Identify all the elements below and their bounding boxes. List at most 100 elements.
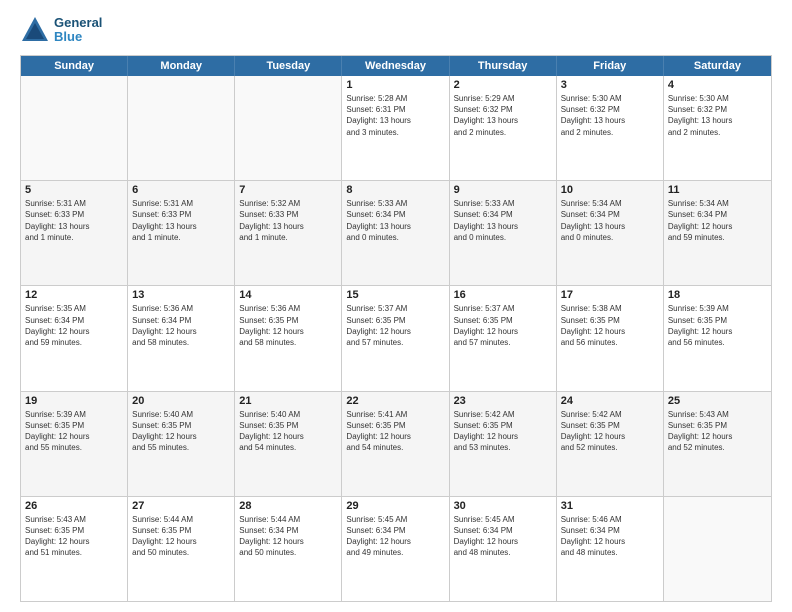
- day-number: 31: [561, 500, 659, 512]
- day-number: 2: [454, 79, 552, 91]
- day-cell-3: 3 Sunrise: 5:30 AM Sunset: 6:32 PM Daylig…: [557, 76, 664, 180]
- day-number: 11: [668, 184, 767, 196]
- day-info: Sunrise: 5:42 AM Sunset: 6:35 PM Dayligh…: [454, 409, 552, 454]
- logo: General Blue: [20, 15, 102, 45]
- day-cell-11: 11 Sunrise: 5:34 AM Sunset: 6:34 PM Dayli…: [664, 181, 771, 285]
- day-cell-8: 8 Sunrise: 5:33 AM Sunset: 6:34 PM Daylig…: [342, 181, 449, 285]
- day-cell-20: 20Sunrise: 5:40 AM Sunset: 6:35 PM Dayli…: [128, 392, 235, 496]
- day-number: 7: [239, 184, 337, 196]
- day-cell-empty: [235, 76, 342, 180]
- day-cell-28: 28 Sunrise: 5:44 AM Sunset: 6:34 PM Dayli…: [235, 497, 342, 601]
- calendar-week-1: 1 Sunrise: 5:28 AM Sunset: 6:31 PM Daylig…: [21, 76, 771, 180]
- day-cell-23: 23Sunrise: 5:42 AM Sunset: 6:35 PM Dayli…: [450, 392, 557, 496]
- day-number: 8: [346, 184, 444, 196]
- day-cell-1: 1 Sunrise: 5:28 AM Sunset: 6:31 PM Daylig…: [342, 76, 449, 180]
- day-info: Sunrise: 5:36 AM Sunset: 6:35 PM Dayligh…: [239, 303, 337, 348]
- day-header-thursday: Thursday: [450, 56, 557, 76]
- day-cell-30: 30 Sunrise: 5:45 AM Sunset: 6:34 PM Dayli…: [450, 497, 557, 601]
- day-cell-9: 9Sunrise: 5:33 AM Sunset: 6:34 PM Daylig…: [450, 181, 557, 285]
- day-number: 22: [346, 395, 444, 407]
- day-cell-15: 15Sunrise: 5:37 AM Sunset: 6:35 PM Dayli…: [342, 286, 449, 390]
- day-number: 12: [25, 289, 123, 301]
- day-header-monday: Monday: [128, 56, 235, 76]
- day-cell-13: 13Sunrise: 5:36 AM Sunset: 6:34 PM Dayli…: [128, 286, 235, 390]
- day-info: Sunrise: 5:35 AM Sunset: 6:34 PM Dayligh…: [25, 303, 123, 348]
- day-cell-12: 12 Sunrise: 5:35 AM Sunset: 6:34 PM Dayli…: [21, 286, 128, 390]
- day-cell-2: 2 Sunrise: 5:29 AM Sunset: 6:32 PM Daylig…: [450, 76, 557, 180]
- day-info: Sunrise: 5:46 AM Sunset: 6:34 PM Dayligh…: [561, 514, 659, 559]
- day-number: 17: [561, 289, 659, 301]
- day-header-friday: Friday: [557, 56, 664, 76]
- day-number: 19: [25, 395, 123, 407]
- day-cell-10: 10Sunrise: 5:34 AM Sunset: 6:34 PM Dayli…: [557, 181, 664, 285]
- day-cell-16: 16Sunrise: 5:37 AM Sunset: 6:35 PM Dayli…: [450, 286, 557, 390]
- calendar-body: 1 Sunrise: 5:28 AM Sunset: 6:31 PM Daylig…: [21, 76, 771, 601]
- calendar-week-5: 26 Sunrise: 5:43 AM Sunset: 6:35 PM Dayli…: [21, 496, 771, 601]
- day-number: 27: [132, 500, 230, 512]
- day-info: Sunrise: 5:30 AM Sunset: 6:32 PM Dayligh…: [561, 93, 659, 138]
- day-cell-19: 19 Sunrise: 5:39 AM Sunset: 6:35 PM Dayli…: [21, 392, 128, 496]
- day-info: Sunrise: 5:33 AM Sunset: 6:34 PM Dayligh…: [346, 198, 444, 243]
- day-info: Sunrise: 5:30 AM Sunset: 6:32 PM Dayligh…: [668, 93, 767, 138]
- day-info: Sunrise: 5:32 AM Sunset: 6:33 PM Dayligh…: [239, 198, 337, 243]
- day-info: Sunrise: 5:28 AM Sunset: 6:31 PM Dayligh…: [346, 93, 444, 138]
- day-info: Sunrise: 5:39 AM Sunset: 6:35 PM Dayligh…: [25, 409, 123, 454]
- day-cell-empty: [128, 76, 235, 180]
- day-cell-17: 17 Sunrise: 5:38 AM Sunset: 6:35 PM Dayli…: [557, 286, 664, 390]
- day-info: Sunrise: 5:45 AM Sunset: 6:34 PM Dayligh…: [346, 514, 444, 559]
- day-number: 26: [25, 500, 123, 512]
- day-info: Sunrise: 5:36 AM Sunset: 6:34 PM Dayligh…: [132, 303, 230, 348]
- calendar-week-2: 5 Sunrise: 5:31 AM Sunset: 6:33 PM Daylig…: [21, 180, 771, 285]
- day-number: 25: [668, 395, 767, 407]
- logo-text: General Blue: [54, 16, 102, 45]
- day-info: Sunrise: 5:37 AM Sunset: 6:35 PM Dayligh…: [346, 303, 444, 348]
- day-info: Sunrise: 5:45 AM Sunset: 6:34 PM Dayligh…: [454, 514, 552, 559]
- day-cell-21: 21 Sunrise: 5:40 AM Sunset: 6:35 PM Dayli…: [235, 392, 342, 496]
- day-header-tuesday: Tuesday: [235, 56, 342, 76]
- page: General Blue SundayMondayTuesdayWednesda…: [0, 0, 792, 612]
- day-cell-empty: [21, 76, 128, 180]
- day-cell-24: 24Sunrise: 5:42 AM Sunset: 6:35 PM Dayli…: [557, 392, 664, 496]
- day-info: Sunrise: 5:37 AM Sunset: 6:35 PM Dayligh…: [454, 303, 552, 348]
- day-cell-4: 4 Sunrise: 5:30 AM Sunset: 6:32 PM Daylig…: [664, 76, 771, 180]
- day-number: 21: [239, 395, 337, 407]
- calendar-week-3: 12 Sunrise: 5:35 AM Sunset: 6:34 PM Dayli…: [21, 285, 771, 390]
- day-info: Sunrise: 5:44 AM Sunset: 6:35 PM Dayligh…: [132, 514, 230, 559]
- day-number: 30: [454, 500, 552, 512]
- day-cell-14: 14 Sunrise: 5:36 AM Sunset: 6:35 PM Dayli…: [235, 286, 342, 390]
- day-info: Sunrise: 5:31 AM Sunset: 6:33 PM Dayligh…: [25, 198, 123, 243]
- day-number: 29: [346, 500, 444, 512]
- day-cell-29: 29 Sunrise: 5:45 AM Sunset: 6:34 PM Dayli…: [342, 497, 449, 601]
- day-cell-26: 26 Sunrise: 5:43 AM Sunset: 6:35 PM Dayli…: [21, 497, 128, 601]
- day-info: Sunrise: 5:40 AM Sunset: 6:35 PM Dayligh…: [239, 409, 337, 454]
- day-cell-31: 31 Sunrise: 5:46 AM Sunset: 6:34 PM Dayli…: [557, 497, 664, 601]
- day-number: 5: [25, 184, 123, 196]
- day-number: 24: [561, 395, 659, 407]
- header: General Blue: [20, 15, 772, 45]
- day-number: 1: [346, 79, 444, 91]
- day-cell-18: 18Sunrise: 5:39 AM Sunset: 6:35 PM Dayli…: [664, 286, 771, 390]
- day-number: 28: [239, 500, 337, 512]
- day-cell-6: 6Sunrise: 5:31 AM Sunset: 6:33 PM Daylig…: [128, 181, 235, 285]
- day-info: Sunrise: 5:29 AM Sunset: 6:32 PM Dayligh…: [454, 93, 552, 138]
- day-cell-5: 5 Sunrise: 5:31 AM Sunset: 6:33 PM Daylig…: [21, 181, 128, 285]
- day-info: Sunrise: 5:38 AM Sunset: 6:35 PM Dayligh…: [561, 303, 659, 348]
- day-info: Sunrise: 5:33 AM Sunset: 6:34 PM Dayligh…: [454, 198, 552, 243]
- day-info: Sunrise: 5:43 AM Sunset: 6:35 PM Dayligh…: [668, 409, 767, 454]
- day-number: 6: [132, 184, 230, 196]
- day-info: Sunrise: 5:40 AM Sunset: 6:35 PM Dayligh…: [132, 409, 230, 454]
- day-header-saturday: Saturday: [664, 56, 771, 76]
- day-header-wednesday: Wednesday: [342, 56, 449, 76]
- day-number: 14: [239, 289, 337, 301]
- day-number: 3: [561, 79, 659, 91]
- day-info: Sunrise: 5:43 AM Sunset: 6:35 PM Dayligh…: [25, 514, 123, 559]
- calendar-week-4: 19 Sunrise: 5:39 AM Sunset: 6:35 PM Dayli…: [21, 391, 771, 496]
- day-number: 4: [668, 79, 767, 91]
- day-cell-empty: [664, 497, 771, 601]
- day-header-sunday: Sunday: [21, 56, 128, 76]
- day-info: Sunrise: 5:39 AM Sunset: 6:35 PM Dayligh…: [668, 303, 767, 348]
- day-info: Sunrise: 5:44 AM Sunset: 6:34 PM Dayligh…: [239, 514, 337, 559]
- logo-icon: [20, 15, 50, 45]
- day-cell-22: 22Sunrise: 5:41 AM Sunset: 6:35 PM Dayli…: [342, 392, 449, 496]
- day-info: Sunrise: 5:34 AM Sunset: 6:34 PM Dayligh…: [668, 198, 767, 243]
